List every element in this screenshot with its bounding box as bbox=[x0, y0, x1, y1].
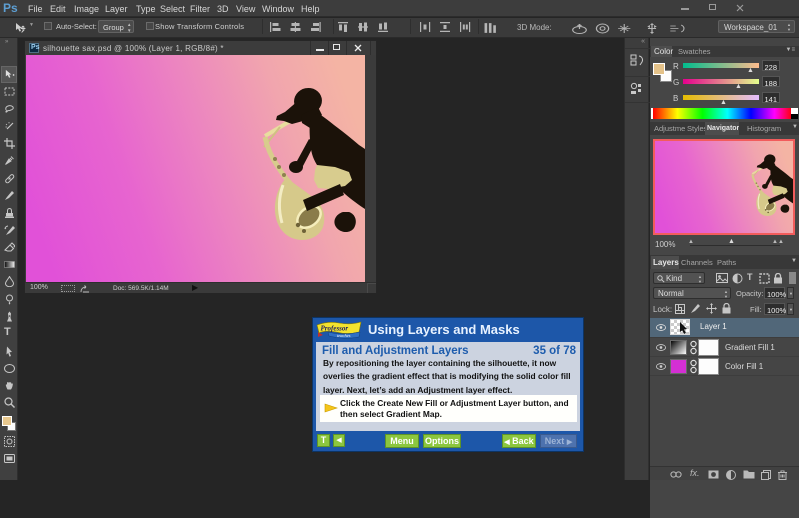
svg-text:Professor: Professor bbox=[321, 325, 349, 333]
svg-text:teaches: teaches bbox=[337, 333, 351, 338]
